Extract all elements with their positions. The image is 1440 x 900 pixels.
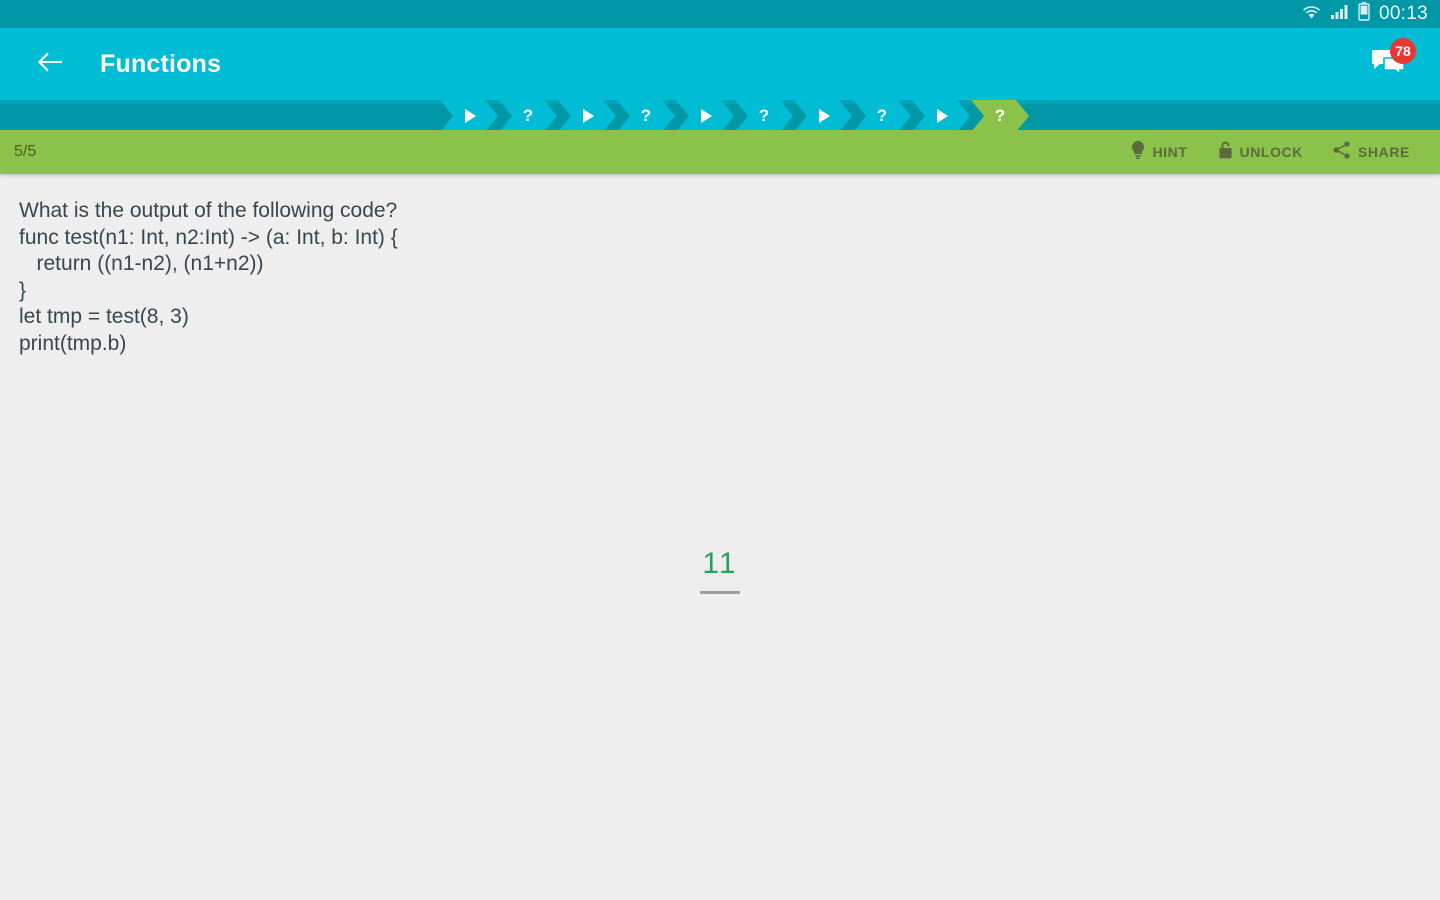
play-icon [819,109,830,123]
hint-label: HINT [1152,144,1188,160]
app-bar: Functions 78 [0,28,1440,100]
question-mark-icon: ? [640,105,652,125]
wifi-icon [1302,3,1321,25]
question-counter: 5/5 [14,143,37,160]
progress-step-2[interactable]: ? [499,100,557,132]
quiz-toolbar: 5/5 HINT UNLOCK SHARE [0,130,1440,174]
progress-step-1[interactable] [440,100,498,132]
share-label: SHARE [1357,144,1410,160]
battery-icon [1358,2,1370,26]
back-button[interactable] [22,36,78,92]
comments-badge: 78 [1390,38,1416,64]
progress-step-3[interactable] [558,100,616,132]
answer-slot[interactable]: 11 [0,547,1440,594]
comments-button[interactable]: 78 [1358,34,1418,94]
question-mark-icon: ? [994,105,1006,125]
answer-value: 11 [702,547,738,580]
progress-step-5[interactable] [676,100,734,132]
progress-step-8[interactable]: ? [853,100,911,132]
status-time: 00:13 [1378,3,1428,24]
progress-step-7[interactable] [794,100,852,132]
page-title: Functions [100,49,222,78]
cell-signal-icon [1330,3,1349,25]
progress-step-4[interactable]: ? [617,100,675,132]
lock-icon [1218,141,1233,164]
question-text: What is the output of the following code… [19,199,398,355]
play-icon [937,109,948,123]
play-icon [701,109,712,123]
question-mark-icon: ? [522,105,534,125]
answer-underline [700,591,740,594]
share-button[interactable]: SHARE [1333,140,1410,164]
unlock-label: UNLOCK [1239,144,1303,160]
status-bar: 00:13 [0,0,1440,28]
arrow-back-icon [36,50,64,79]
lightbulb-icon [1131,140,1145,164]
hint-button[interactable]: HINT [1131,140,1188,164]
content-area: What is the output of the following code… [0,174,1440,900]
question-mark-icon: ? [758,105,770,125]
play-icon [465,109,476,123]
play-icon [583,109,594,123]
question-mark-icon: ? [876,105,888,125]
progress-step-9[interactable] [912,100,970,132]
progress-step-6[interactable]: ? [735,100,793,132]
progress-strip: ????? [0,100,1440,132]
progress-steps: ????? [440,100,1030,132]
share-icon [1333,140,1351,164]
unlock-button[interactable]: UNLOCK [1218,141,1303,164]
app-root: 00:13 Functions 78 ????? 5/5 HINT UNLOCK… [0,0,1440,900]
progress-step-10[interactable]: ? [971,100,1029,132]
